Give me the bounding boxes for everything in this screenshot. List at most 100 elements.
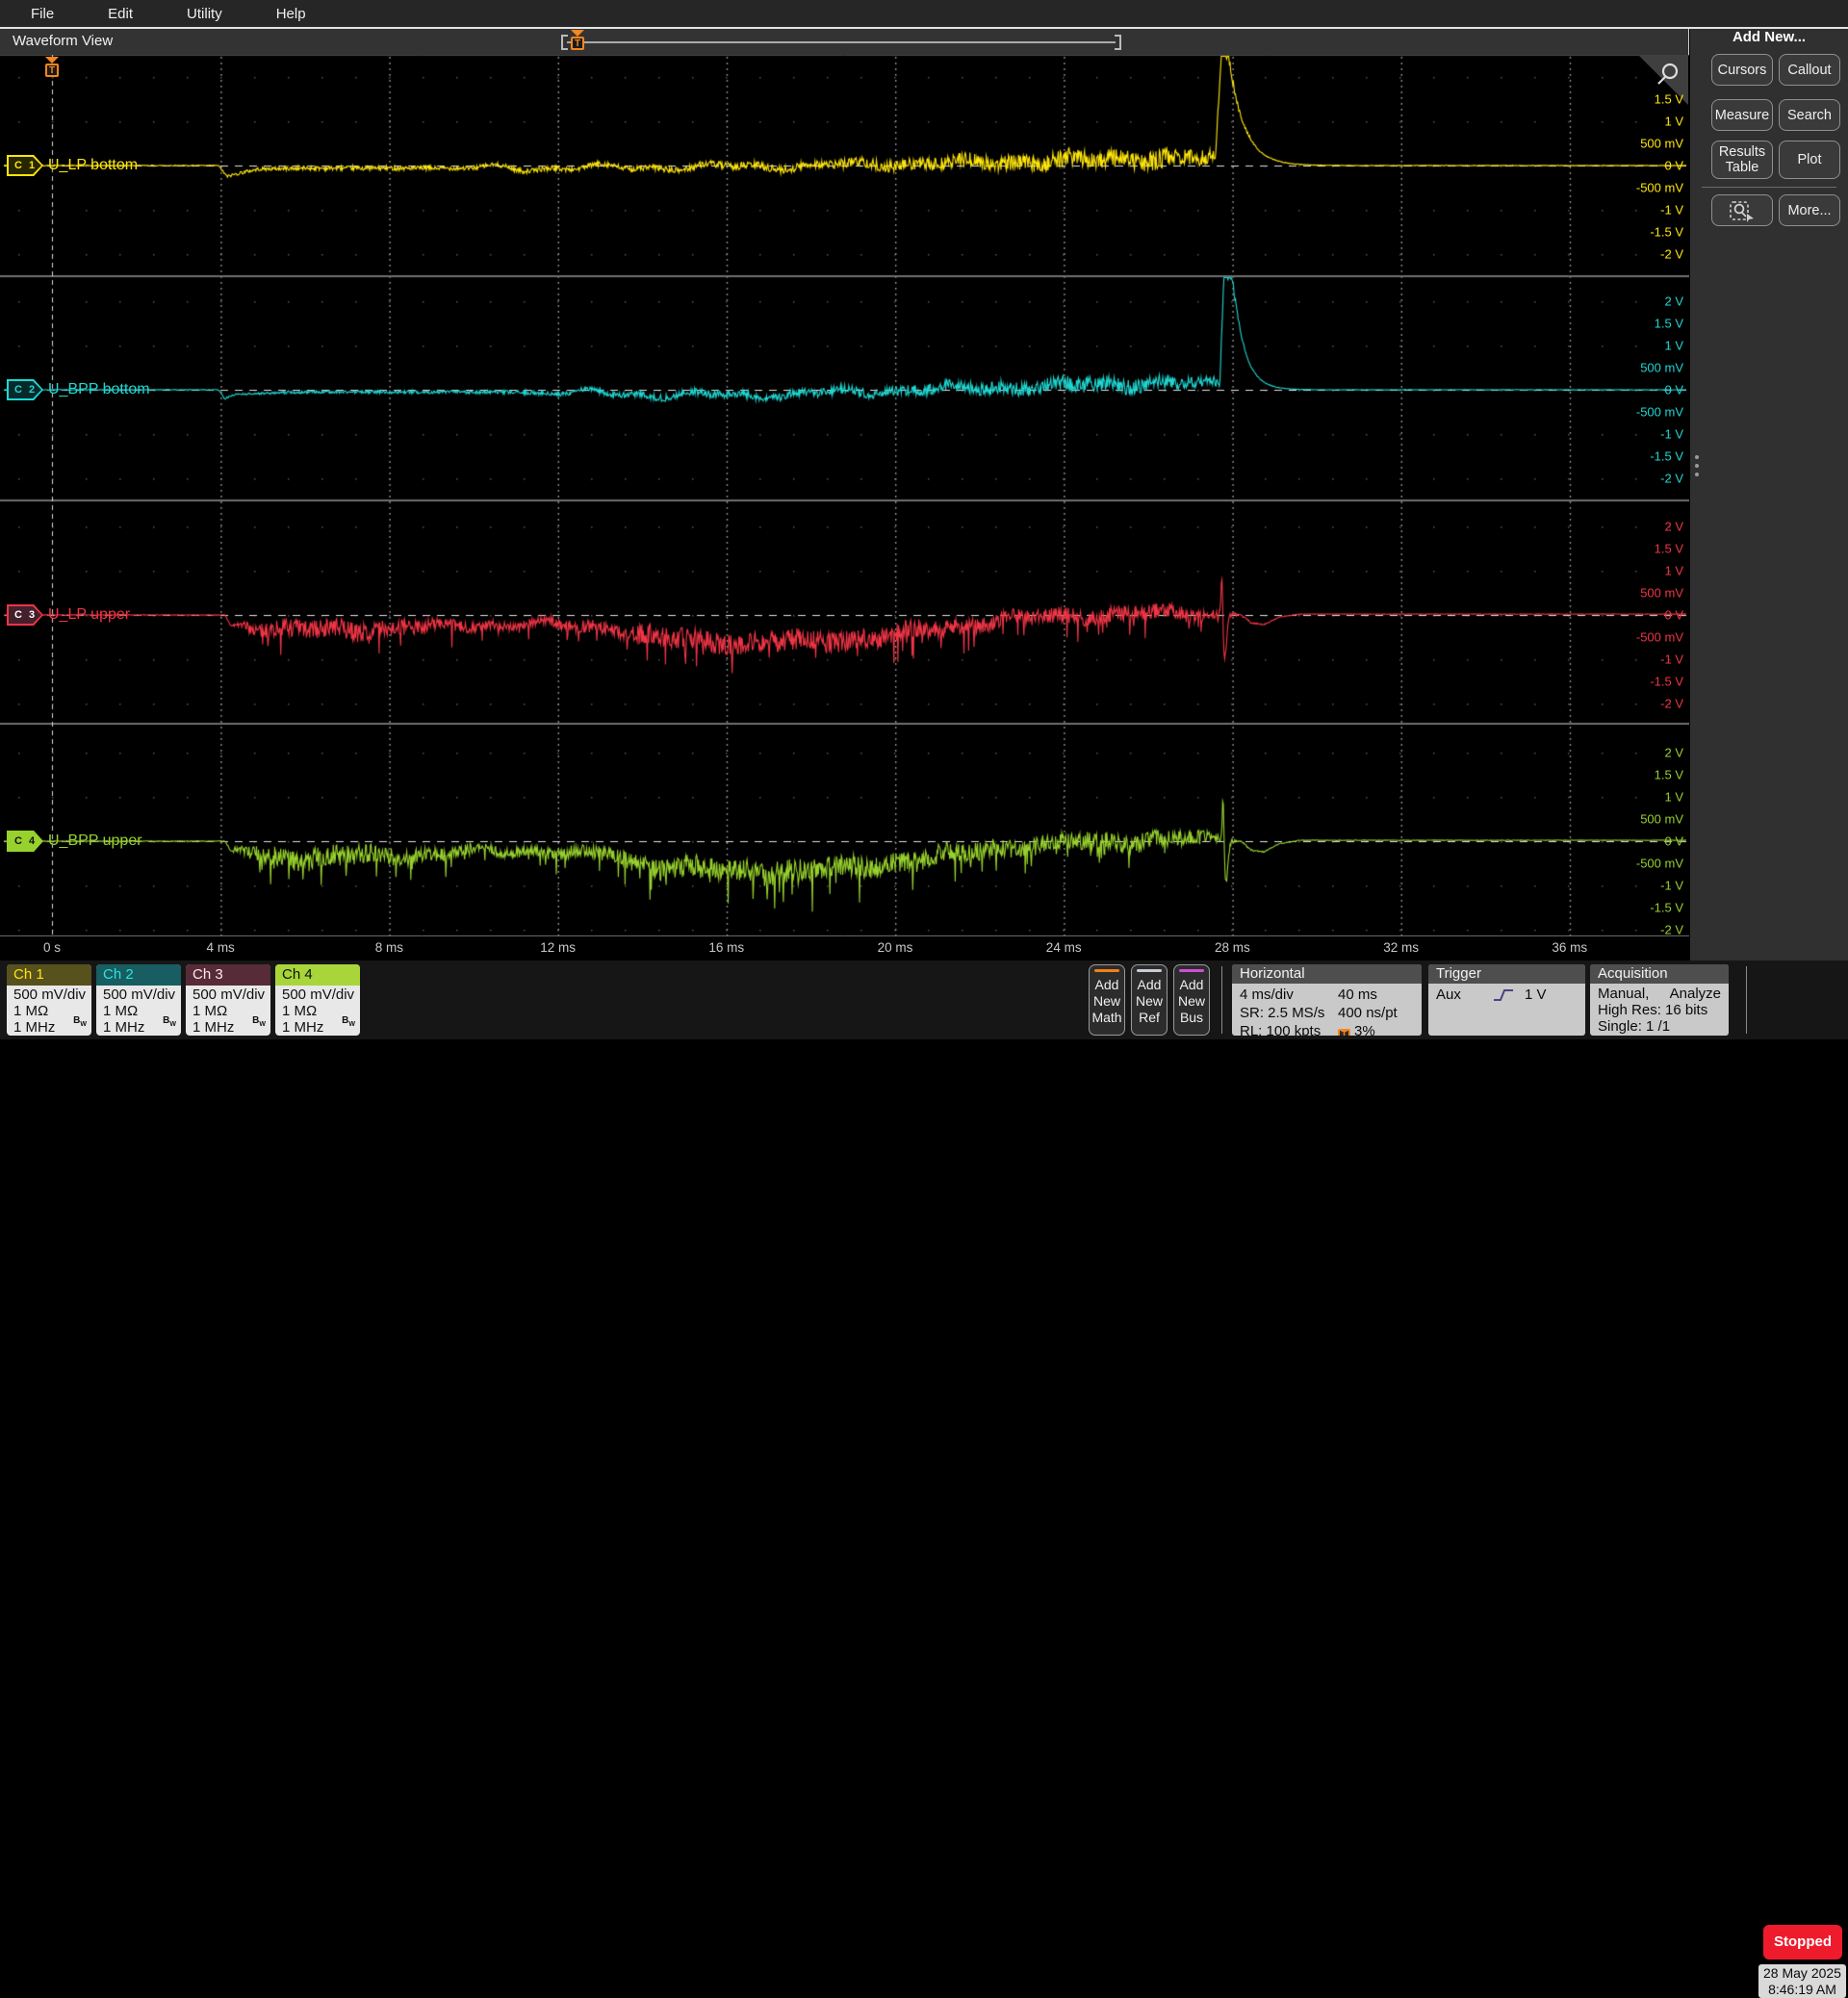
menu-file[interactable]: File [8, 6, 77, 22]
cursors-button[interactable]: Cursors [1711, 54, 1773, 86]
search-button[interactable]: Search [1779, 99, 1840, 131]
rising-edge-icon [1494, 988, 1513, 1001]
voltage-axis-label: 2 V [1664, 294, 1683, 309]
run-stop-status-button[interactable]: Stopped [1763, 1925, 1842, 1960]
trigger-position-percent: 3% [1354, 1023, 1375, 1036]
channel-4-scale: 500 mV/div [282, 986, 355, 1003]
timeline-line [567, 41, 1116, 43]
results-table-button[interactable]: Results Table [1711, 141, 1773, 179]
sample-rate: SR: 2.5 MS/s [1240, 1005, 1325, 1021]
voltage-axis-label: 2 V [1664, 519, 1683, 534]
acquisition-analyze: Analyze [1669, 986, 1721, 1002]
plot-button[interactable]: Plot [1779, 141, 1840, 179]
channel-4-label: Ch 4 [275, 964, 360, 986]
menu-help[interactable]: Help [253, 6, 329, 22]
acquisition-resolution: High Res: 16 bits [1598, 1002, 1708, 1018]
bottom-divider [1221, 966, 1222, 1034]
channel-waveform-label[interactable]: U_BPP bottom [48, 381, 150, 398]
channel-4-badge[interactable]: Ch 4 500 mV/div 1 MΩ 1 MHz BW [275, 964, 360, 1036]
time-axis-label: 8 ms [374, 940, 404, 955]
waveform-view: Waveform View T T 1.5 V 1 V 500 mV 0 V -500 … [0, 29, 1689, 961]
bandwidth-limit-icon: BW [163, 1015, 176, 1028]
channel-2-badge[interactable]: Ch 2 500 mV/div 1 MΩ 1 MHz BW [96, 964, 181, 1036]
right-panel: Tektronıx Add New... Cursors Callout Mea… [1690, 0, 1848, 961]
time-axis-label: 0 s [42, 940, 62, 955]
timeline-right-bracket [1115, 35, 1121, 50]
voltage-axis-label: -500 mV [1635, 180, 1683, 195]
voltage-axis-label: -500 mV [1635, 404, 1683, 420]
panel-separator [1702, 187, 1836, 188]
channel-2-label: Ch 2 [96, 964, 181, 986]
horizontal-position-timeline[interactable]: T [561, 30, 1121, 51]
voltage-axis-label: -1.5 V [1650, 224, 1683, 240]
channel-handle-label: C 1 [9, 157, 41, 174]
add-new-math-button[interactable]: Add New Math [1089, 964, 1125, 1036]
time-axis-label: 36 ms [1552, 940, 1588, 955]
voltage-axis-label: 500 mV [1640, 136, 1683, 151]
voltage-axis-label: -1.5 V [1650, 448, 1683, 464]
time-axis-label: 12 ms [540, 940, 576, 955]
acquisition-single: Single: 1 /1 [1598, 1018, 1671, 1035]
voltage-axis-label: 1 V [1664, 338, 1683, 353]
timeline-trigger-marker[interactable]: T [570, 30, 585, 50]
callout-button[interactable]: Callout [1779, 54, 1840, 86]
channel-handle-label: C 4 [9, 832, 41, 850]
more-button[interactable]: More... [1779, 194, 1840, 226]
channel-3-badge[interactable]: Ch 3 500 mV/div 1 MΩ 1 MHz BW [186, 964, 270, 1036]
trigger-position-flag[interactable]: T [44, 57, 60, 77]
record-length: RL: 100 kpts [1240, 1023, 1322, 1036]
voltage-axis-label: 1.5 V [1654, 91, 1683, 107]
bottom-bar: Ch 1 500 mV/div 1 MΩ 1 MHz BW Ch 2 500 m… [0, 961, 1848, 1998]
voltage-axis-label: -1 V [1660, 202, 1683, 218]
graticule-plot-area[interactable]: T 1.5 V 1 V 500 mV 0 V -500 mV -1 V -1.5 V -2 V… [0, 55, 1689, 961]
time-axis-label: 24 ms [1045, 940, 1082, 955]
waveform-view-title: Waveform View [13, 33, 114, 49]
menu-utility[interactable]: Utility [164, 6, 245, 22]
horizontal-span: 40 ms [1338, 986, 1377, 1003]
add-new-ref-button[interactable]: Add New Ref [1131, 964, 1168, 1036]
acquisition-panel[interactable]: Acquisition Manual, Analyze High Res: 16 … [1590, 964, 1729, 1036]
trigger-triangle-icon [45, 57, 59, 64]
time-axis-label: 4 ms [206, 940, 235, 955]
voltage-axis-label: 0 V [1664, 607, 1683, 623]
channel-handle-label: C 3 [9, 606, 41, 624]
channel-waveform-label[interactable]: U_BPP upper [48, 832, 142, 850]
menu-edit[interactable]: Edit [85, 6, 156, 22]
voltage-axis-label: -1 V [1660, 426, 1683, 442]
voltage-axis-label: -1 V [1660, 652, 1683, 667]
measure-button[interactable]: Measure [1711, 99, 1773, 131]
voltage-axis-label: -2 V [1660, 922, 1683, 937]
channel-1-badge[interactable]: Ch 1 500 mV/div 1 MΩ 1 MHz BW [7, 964, 91, 1036]
channel-2-scale: 500 mV/div [103, 986, 176, 1003]
time-axis-label: 28 ms [1215, 940, 1250, 955]
acquisition-panel-title: Acquisition [1590, 964, 1729, 984]
trigger-t-icon: T [45, 64, 59, 77]
voltage-axis-label: -500 mV [1635, 629, 1683, 645]
voltage-axis-label: -2 V [1660, 696, 1683, 711]
menu-divider [0, 27, 1848, 29]
time-text: 8:46:19 AM [1768, 1982, 1836, 1997]
voltage-axis-label: 1 V [1664, 114, 1683, 129]
channel-handle-label: C 2 [9, 381, 41, 398]
waveform-canvas[interactable] [0, 55, 1689, 936]
panel-drag-handle[interactable] [1693, 450, 1701, 483]
voltage-axis-label: -1.5 V [1650, 900, 1683, 915]
add-new-bus-button[interactable]: Add New Bus [1173, 964, 1210, 1036]
trigger-panel[interactable]: Trigger Aux 1 V [1428, 964, 1585, 1036]
datetime-display: 28 May 2025 8:46:19 AM [1758, 1964, 1846, 1998]
horizontal-scale: 4 ms/div [1240, 986, 1294, 1003]
channel-waveform-label[interactable]: U_LP bottom [48, 157, 138, 174]
voltage-axis-label: 0 V [1664, 158, 1683, 173]
voltage-axis-label: 1 V [1664, 789, 1683, 805]
channel-1-scale: 500 mV/div [13, 986, 87, 1003]
menu-bar: File Edit Utility Help [0, 0, 1848, 27]
zoom-select-icon [1730, 200, 1754, 222]
zoom-select-button[interactable] [1711, 194, 1773, 226]
channel-waveform-label[interactable]: U_LP upper [48, 606, 130, 624]
horizontal-panel[interactable]: Horizontal 4 ms/div 40 ms SR: 2.5 MS/s 400… [1232, 964, 1422, 1036]
voltage-axis-label: -1 V [1660, 878, 1683, 893]
voltage-axis-label: 500 mV [1640, 585, 1683, 601]
time-axis-label: 20 ms [877, 940, 913, 955]
channel-3-label: Ch 3 [186, 964, 270, 986]
channel-1-label: Ch 1 [7, 964, 91, 986]
